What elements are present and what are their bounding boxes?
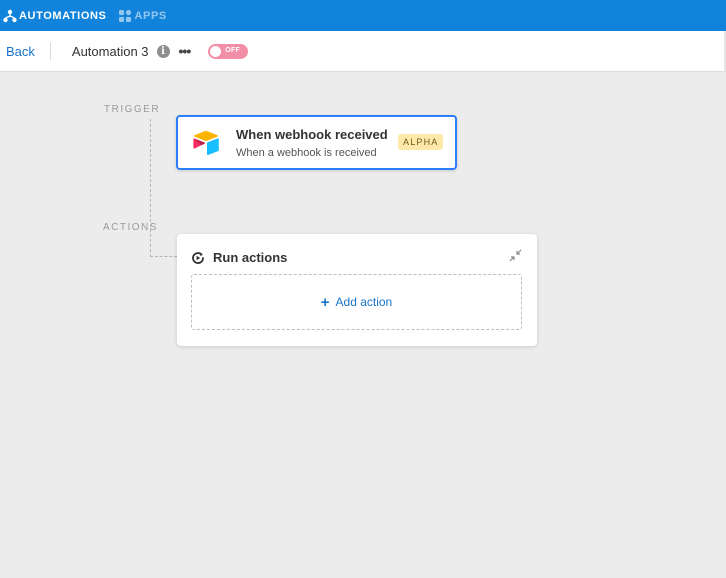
info-icon[interactable]: i — [156, 44, 170, 58]
automation-toggle[interactable]: OFF — [208, 43, 249, 59]
back-button[interactable]: Back — [6, 44, 35, 59]
trigger-subtitle: When a webhook is received — [236, 146, 377, 159]
toggle-knob — [210, 45, 222, 57]
ellipsis-icon[interactable]: ••• — [179, 43, 192, 59]
nav-automations-label: AUTOMATIONS — [19, 9, 107, 22]
add-action-label: Add action — [335, 295, 393, 309]
header-divider — [49, 42, 51, 60]
collapse-icon[interactable] — [509, 249, 522, 262]
apps-icon — [118, 9, 132, 23]
run-actions-icon — [191, 251, 205, 265]
plus-icon: + — [320, 293, 330, 311]
trigger-title: When webhook received — [236, 126, 388, 142]
nav-apps-label: APPS — [134, 9, 167, 22]
nav-apps[interactable]: APPS — [118, 0, 166, 31]
actions-header: Run actions — [191, 250, 287, 265]
trigger-text: When webhook received When a webhook is … — [236, 127, 388, 159]
automation-header: Back Automation 3 i ••• OFF — [0, 31, 726, 72]
trigger-card[interactable]: When webhook received When a webhook is … — [176, 115, 457, 170]
flow-connector-vertical — [150, 119, 151, 257]
automation-name[interactable]: Automation 3 — [72, 44, 149, 59]
add-action-button[interactable]: + Add action — [191, 274, 522, 330]
nav-automations[interactable]: AUTOMATIONS — [3, 0, 106, 31]
actions-card: Run actions + Add action — [177, 234, 537, 346]
top-nav-bar: AUTOMATIONS APPS — [0, 0, 726, 31]
automations-icon — [3, 9, 17, 23]
toggle-label: OFF — [225, 46, 241, 54]
alpha-badge: ALPHA — [398, 134, 443, 150]
airtable-logo-icon — [192, 130, 220, 156]
flow-connector-horizontal — [150, 256, 177, 257]
trigger-section-label: TRIGGER — [104, 104, 161, 115]
actions-title: Run actions — [213, 250, 288, 265]
